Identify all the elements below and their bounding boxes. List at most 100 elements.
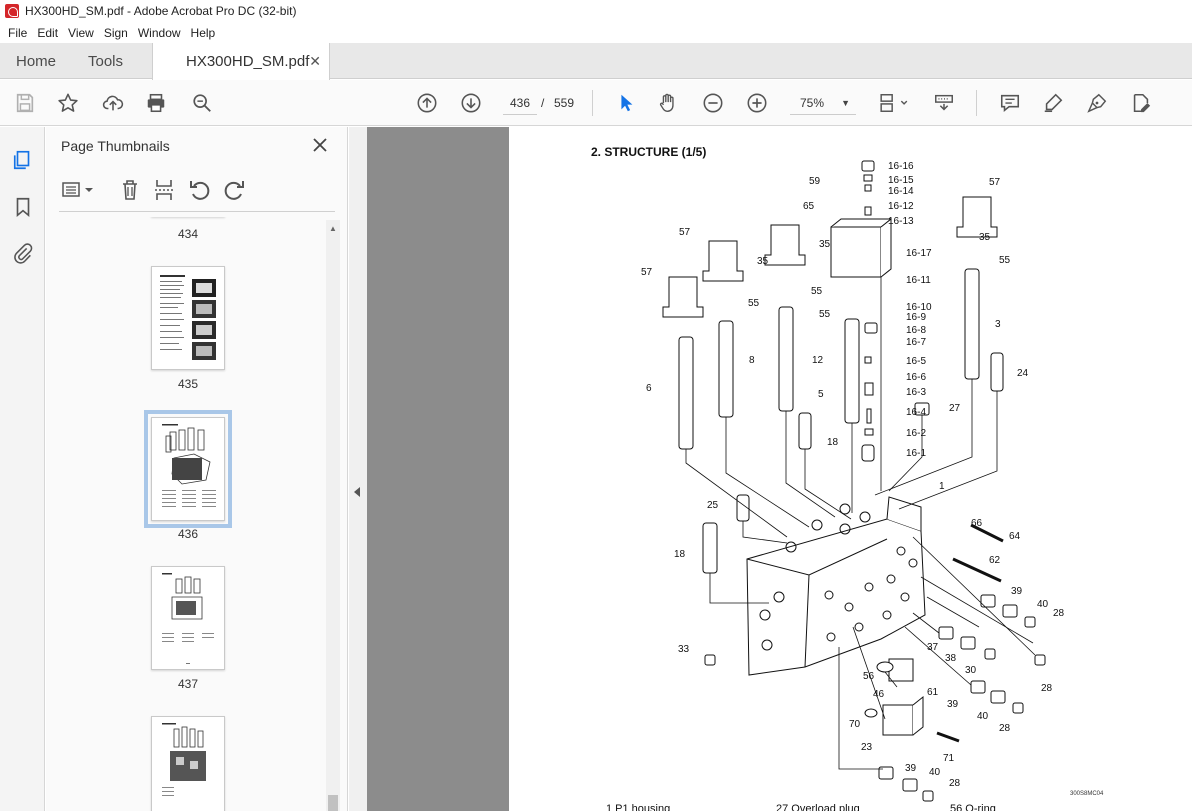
legend-item: 1 P1 housing xyxy=(606,803,671,811)
thumbnail-page[interactable] xyxy=(151,566,225,670)
part-callout: 3 xyxy=(995,319,1001,330)
thumbnail-tools xyxy=(59,177,259,203)
rotate-clockwise-icon[interactable] xyxy=(222,178,246,202)
panel-collapse-handle[interactable] xyxy=(349,127,367,811)
part-callout: 16-15 xyxy=(888,175,914,186)
part-callout: 39 xyxy=(947,699,959,710)
part-callout: 35 xyxy=(979,232,991,243)
part-callout: 16-11 xyxy=(906,275,931,286)
menu-edit[interactable]: Edit xyxy=(32,26,63,40)
thumbnail-options-menu[interactable] xyxy=(61,179,95,201)
print-button[interactable] xyxy=(144,91,168,115)
part-callout: 6 xyxy=(646,383,652,394)
zoom-level-select[interactable]: 75% ▼ xyxy=(790,91,856,115)
menu-view[interactable]: View xyxy=(63,26,99,40)
menu-file[interactable]: File xyxy=(3,26,32,40)
part-callout: 25 xyxy=(707,500,719,511)
part-callout: 18 xyxy=(674,549,686,560)
page-preview xyxy=(162,573,214,664)
exploded-valve-diagram: 596516-1616-1516-1416-1216-135735573516-… xyxy=(641,160,1065,802)
part-callout: 62 xyxy=(989,555,1001,566)
thumbnail-page-label: 436 xyxy=(177,527,199,541)
trash-icon[interactable] xyxy=(119,178,141,202)
part-callout: 40 xyxy=(1037,599,1049,610)
page-preview xyxy=(162,723,206,796)
thumbnail-page[interactable] xyxy=(151,266,225,370)
part-callout: 39 xyxy=(1011,586,1023,597)
part-callout: 16-16 xyxy=(888,161,914,172)
part-callout: 16-9 xyxy=(906,312,926,323)
tab-tools[interactable]: Tools xyxy=(88,43,123,79)
page-display-button[interactable] xyxy=(876,91,912,115)
thumbnail-page[interactable] xyxy=(151,716,225,811)
tab-document[interactable]: HX300HD_SM.pdf ✕ xyxy=(152,43,330,80)
bookmark-star-button[interactable] xyxy=(56,91,80,115)
scroll-mode-button[interactable] xyxy=(932,91,956,115)
highlight-button[interactable] xyxy=(1041,91,1065,115)
thumbnails-icon xyxy=(13,150,30,170)
part-callout: 55 xyxy=(999,255,1011,266)
part-callout: 16-17 xyxy=(906,248,932,259)
part-callout: 55 xyxy=(819,309,831,320)
save-button[interactable] xyxy=(13,91,37,115)
thumbnail-page-label: 434 xyxy=(177,227,199,241)
edit-pdf-button[interactable] xyxy=(1129,91,1153,115)
title-bar: HX300HD_SM.pdf - Adobe Acrobat Pro DC (3… xyxy=(0,0,1192,22)
close-panel-icon[interactable] xyxy=(310,135,330,155)
attachments-button[interactable] xyxy=(11,241,35,265)
keyboard-scroll-icon xyxy=(935,94,953,111)
part-callout: 35 xyxy=(757,256,769,267)
zoom-level-value: 75% xyxy=(800,96,825,110)
menu-help[interactable]: Help xyxy=(186,26,221,40)
part-callout: 28 xyxy=(999,723,1011,734)
thumbnail-page-label: 435 xyxy=(177,377,199,391)
draw-sign-button[interactable] xyxy=(1085,91,1109,115)
select-tool-button[interactable] xyxy=(614,91,638,115)
minus-circle-icon xyxy=(703,93,723,113)
arrow-down-circle-icon xyxy=(461,93,481,113)
toolbar-divider xyxy=(976,90,977,116)
part-callout: 40 xyxy=(929,767,941,778)
part-callout: 16-6 xyxy=(906,372,926,383)
scroll-up-icon[interactable]: ▲ xyxy=(329,224,337,233)
part-callout: 57 xyxy=(641,267,653,278)
cursor-arrow-icon xyxy=(621,94,633,112)
part-callout: 46 xyxy=(873,689,885,700)
find-zoom-button[interactable] xyxy=(190,91,214,115)
extract-pages-icon[interactable] xyxy=(153,178,175,202)
pdf-page: 2. STRUCTURE (1/5) 59 65 16-16 16-15 16-… xyxy=(509,127,1192,811)
close-tab-icon[interactable]: ✕ xyxy=(309,53,321,70)
cloud-upload-icon xyxy=(102,95,124,111)
share-upload-button[interactable] xyxy=(101,91,125,115)
hand-icon xyxy=(659,93,674,112)
thumbnail-scrollbar[interactable]: ▲ xyxy=(326,220,340,811)
hand-tool-button[interactable] xyxy=(656,91,680,115)
menu-window[interactable]: Window xyxy=(133,26,186,40)
page-thumbnails-panel: Page Thumbnails 434 435 436 437 ▲ xyxy=(46,127,348,811)
menu-sign[interactable]: Sign xyxy=(99,26,133,40)
previous-page-button[interactable] xyxy=(415,91,439,115)
page-thumbnails-button[interactable] xyxy=(11,148,35,172)
document-viewer[interactable]: 2. STRUCTURE (1/5) 59 65 16-16 16-15 16-… xyxy=(367,127,1192,811)
comment-icon xyxy=(1000,94,1020,112)
part-callout: 16-4 xyxy=(906,407,926,418)
scrollbar-thumb[interactable] xyxy=(328,795,338,811)
part-callout: 57 xyxy=(989,177,1001,188)
magnifier-icon xyxy=(193,94,211,112)
bookmarks-button[interactable] xyxy=(11,195,35,219)
bookmark-icon xyxy=(16,197,30,218)
arrow-up-circle-icon xyxy=(417,93,437,113)
tab-bar: Home Tools HX300HD_SM.pdf ✕ xyxy=(0,43,1192,80)
zoom-in-button[interactable] xyxy=(745,91,769,115)
page-number-input[interactable]: 436 xyxy=(503,91,537,115)
part-callout: 27 xyxy=(949,403,961,414)
tab-home[interactable]: Home xyxy=(16,43,56,79)
part-callout: 61 xyxy=(927,687,939,698)
rotate-counterclockwise-icon[interactable] xyxy=(188,178,212,202)
thumbnail-page[interactable] xyxy=(144,410,232,528)
page-preview xyxy=(160,275,216,360)
next-page-button[interactable] xyxy=(459,91,483,115)
zoom-out-button[interactable] xyxy=(701,91,725,115)
part-callout: 65 xyxy=(803,201,815,212)
comment-button[interactable] xyxy=(998,91,1022,115)
